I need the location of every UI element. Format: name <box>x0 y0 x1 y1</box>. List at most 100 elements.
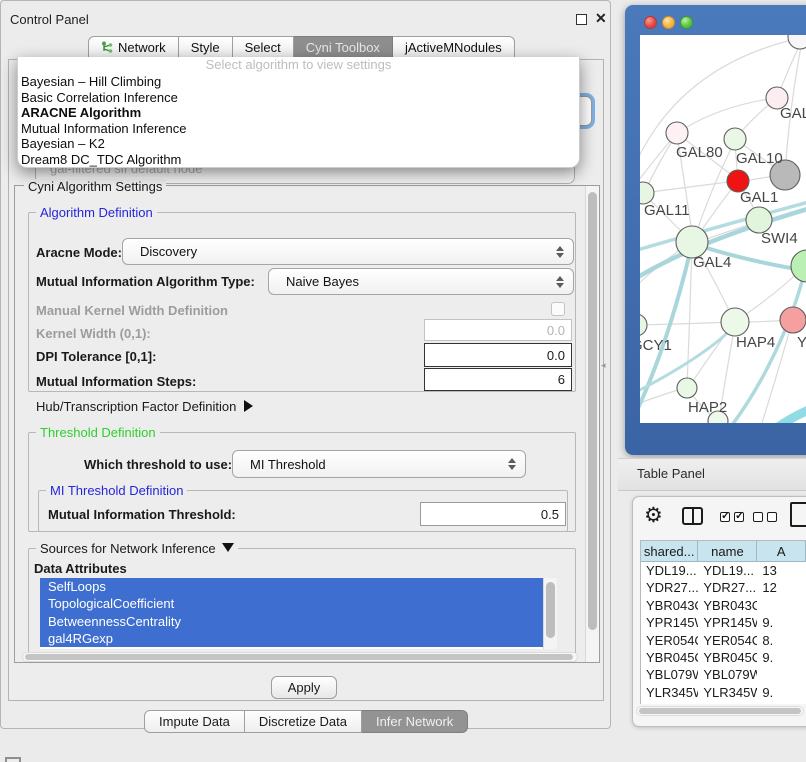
table-cell: YBR045C <box>641 649 698 666</box>
mi-steps-field[interactable]: 6 <box>424 368 572 391</box>
algorithm-dropdown-list: Bayesian – Hill ClimbingBasic Correlatio… <box>18 74 579 168</box>
network-node[interactable] <box>677 378 697 398</box>
tab-impute-data[interactable]: Impute Data <box>144 710 245 733</box>
manual-kernel-label: Manual Kernel Width Definition <box>36 303 228 318</box>
sources-toggle[interactable]: Sources for Network Inference <box>36 541 238 556</box>
hub-definition-label: Hub/Transcription Factor Definition <box>36 399 236 414</box>
table-cell: YIL052C <box>698 701 757 704</box>
dropdown-item-mutual-information-inference[interactable]: Mutual Information Inference <box>18 121 579 137</box>
cyni-settings-group-title: Cyni Algorithm Settings <box>24 179 166 194</box>
attributes-scrollbar-thumb[interactable] <box>546 582 555 638</box>
table-cell: YLR345W <box>698 684 757 701</box>
zoom-traffic-light-icon[interactable] <box>680 16 693 29</box>
which-threshold-combo[interactable]: MI Threshold <box>232 450 526 478</box>
table-row[interactable]: YBL079WYBL079W <box>641 666 806 683</box>
network-node[interactable] <box>724 128 746 150</box>
table-row[interactable]: YPR145WYPR145W9. <box>641 614 806 631</box>
dpi-tolerance-field[interactable]: 0.0 <box>424 343 572 367</box>
network-node[interactable] <box>721 308 749 336</box>
table-row[interactable]: YDL19...YDL19...13 <box>641 562 806 579</box>
table-header-row: shared...nameA <box>641 541 806 562</box>
column-header-shared[interactable]: shared... <box>641 541 698 562</box>
tab-discretize-data[interactable]: Discretize Data <box>245 710 362 733</box>
table-panel-title: Table Panel <box>637 466 705 481</box>
tab-select[interactable]: Select <box>233 36 294 59</box>
mi-type-combo[interactable]: Naive Bayes <box>268 268 574 295</box>
network-canvas[interactable]: GALGAL80GAL10GAL1GAL11SWI4GAL4GCY1HAP4YH… <box>640 35 806 423</box>
which-threshold-label: Which threshold to use: <box>84 457 232 472</box>
column-header-a[interactable]: A <box>757 541 806 562</box>
hub-definition-toggle[interactable]: Hub/Transcription Factor Definition <box>36 399 253 414</box>
dropdown-item-dream8-dc-tdc-algorithm[interactable]: Dream8 DC_TDC Algorithm <box>18 152 579 168</box>
aracne-mode-combo[interactable]: Discovery <box>122 238 574 265</box>
deselect-all-columns-icon[interactable] <box>753 512 777 522</box>
sources-title: Sources for Network Inference <box>40 541 216 556</box>
splitter-handle-icon[interactable]: ◂ <box>601 360 606 371</box>
table-cell: YPR145W <box>698 614 757 631</box>
dropdown-item-bayesian-k2[interactable]: Bayesian – K2 <box>18 136 579 152</box>
gear-icon[interactable]: ⚙ <box>644 503 663 528</box>
table-row[interactable]: YDR27...YDR27...12 <box>641 579 806 596</box>
column-header-name[interactable]: name <box>698 541 757 562</box>
network-edge[interactable] <box>643 181 736 193</box>
tab-style[interactable]: Style <box>179 36 233 59</box>
table-hscrollbar-thumb[interactable] <box>639 708 801 714</box>
attribute-item-selfloops[interactable]: SelfLoops <box>40 578 557 595</box>
network-node[interactable] <box>666 122 688 144</box>
minimize-traffic-light-icon[interactable] <box>662 16 675 29</box>
export-table-icon[interactable] <box>790 502 806 527</box>
settings-hscrollbar-thumb[interactable] <box>25 654 573 660</box>
network-node[interactable] <box>640 182 654 204</box>
tab-network[interactable]: Network <box>88 36 179 59</box>
network-edge[interactable] <box>786 41 802 161</box>
attributes-vertical-scrollbar[interactable] <box>543 578 557 649</box>
tab-label: Cyni Toolbox <box>306 40 380 55</box>
table-horizontal-scrollbar[interactable] <box>636 706 804 716</box>
network-node-label: GAL1 <box>740 189 778 206</box>
select-all-columns-icon[interactable] <box>720 512 744 522</box>
network-edge[interactable] <box>640 322 733 325</box>
manual-kernel-checkbox[interactable] <box>551 302 565 316</box>
table-row[interactable]: YER054CYER054C8. <box>641 632 806 649</box>
network-edge[interactable] <box>677 98 777 133</box>
attribute-item-topologicalcoefficient[interactable]: TopologicalCoefficient <box>40 595 557 612</box>
float-window-icon[interactable] <box>576 14 587 25</box>
kernel-width-field[interactable]: 0.0 <box>424 319 572 341</box>
close-icon[interactable]: ✕ <box>595 10 607 27</box>
network-node[interactable] <box>640 314 647 336</box>
mi-type-label: Mutual Information Algorithm Type: <box>36 274 255 289</box>
apply-button[interactable]: Apply <box>271 676 337 699</box>
table-row[interactable]: YBR045CYBR045C9. <box>641 649 806 666</box>
network-node[interactable] <box>788 35 806 49</box>
network-node[interactable] <box>780 307 806 333</box>
network-node-label: Y <box>797 334 806 351</box>
network-node-label: GAL80 <box>676 144 723 161</box>
attribute-item-betweennesscentrality[interactable]: BetweennessCentrality <box>40 613 557 630</box>
which-threshold-value: MI Threshold <box>250 457 326 472</box>
dropdown-item-basic-correlation-inference[interactable]: Basic Correlation Inference <box>18 90 579 106</box>
table-row[interactable]: YIL052CYIL052C9. <box>641 701 806 704</box>
mi-type-value: Naive Bayes <box>286 274 359 289</box>
table-row[interactable]: YLR345WYLR345W9. <box>641 684 806 701</box>
tab-cyni-toolbox[interactable]: Cyni Toolbox <box>294 36 393 59</box>
table-cell: YIL052C <box>641 701 698 704</box>
tab-jactivemnodules[interactable]: jActiveMNodules <box>393 36 515 59</box>
dropdown-item-aracne-algorithm[interactable]: ARACNE Algorithm <box>18 105 579 121</box>
tab-infer-network[interactable]: Infer Network <box>362 710 468 733</box>
minimized-panel-icon[interactable] <box>5 757 21 762</box>
mi-threshold-label: Mutual Information Threshold: <box>48 507 236 522</box>
columns-icon[interactable] <box>682 507 703 525</box>
expanded-arrow-icon <box>222 543 234 552</box>
table-cell: 12 <box>757 579 806 596</box>
close-traffic-light-icon[interactable] <box>644 16 657 29</box>
settings-horizontal-scrollbar[interactable] <box>22 652 578 662</box>
attribute-item-gal4rgexp[interactable]: gal4RGexp <box>40 630 557 647</box>
table-row[interactable]: YBR043CYBR043C <box>641 597 806 614</box>
mi-threshold-field[interactable]: 0.5 <box>420 502 566 526</box>
network-node-label: HAP2 <box>688 399 727 416</box>
settings-vertical-scrollbar[interactable] <box>585 186 599 662</box>
network-edge[interactable] <box>778 399 806 423</box>
table-cell: 8. <box>757 632 806 649</box>
settings-scrollbar-thumb[interactable] <box>588 192 597 630</box>
dropdown-item-bayesian-hill-climbing[interactable]: Bayesian – Hill Climbing <box>18 74 579 90</box>
